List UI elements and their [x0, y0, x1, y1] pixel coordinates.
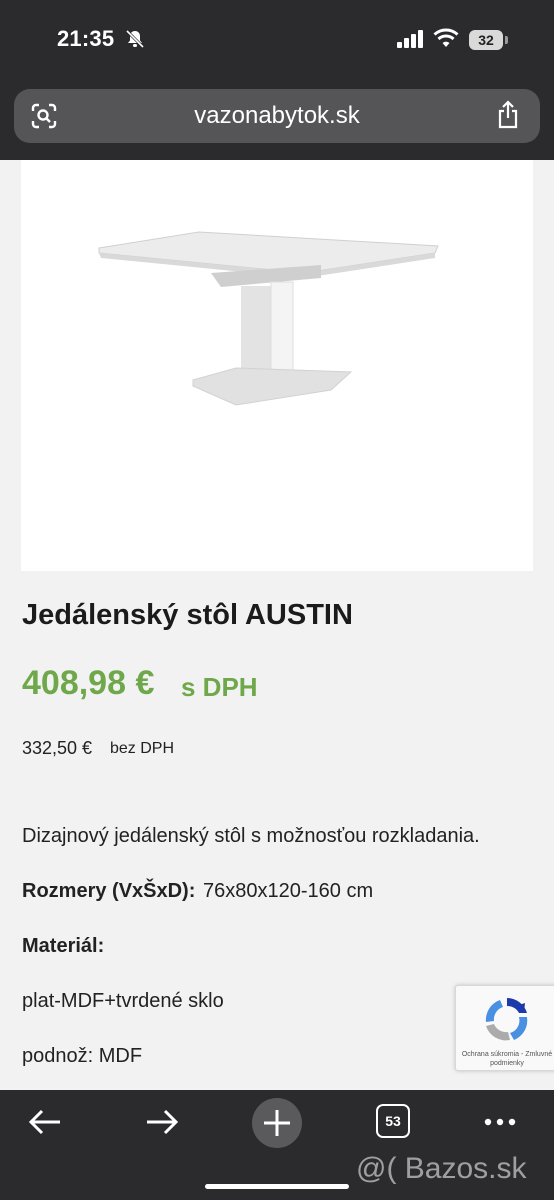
home-indicator: [205, 1184, 349, 1189]
wifi-icon: [433, 28, 459, 47]
no-vat-label: bez DPH: [110, 740, 175, 757]
vat-label: s DPH: [181, 672, 258, 702]
dining-table-image: [98, 231, 439, 406]
share-icon[interactable]: [496, 100, 520, 130]
forward-arrow-icon[interactable]: [135, 1102, 185, 1152]
dimensions-label: Rozmery (VxŠxD):: [22, 880, 196, 902]
back-arrow-icon[interactable]: [22, 1102, 72, 1152]
address-bar[interactable]: vazonabytok.sk: [14, 89, 540, 143]
recaptcha-badge[interactable]: Ochrana súkromia - Zmluvné podmienky: [455, 985, 554, 1071]
recaptcha-icon: [485, 998, 528, 1041]
watermark: @( Bazos.sk: [356, 1152, 527, 1185]
recaptcha-text[interactable]: Ochrana súkromia - Zmluvné podmienky: [458, 1050, 554, 1068]
url-text[interactable]: vazonabytok.sk: [14, 102, 540, 130]
battery-cap: [505, 36, 508, 44]
product-title: Jedálenský stôl AUSTIN: [22, 599, 353, 631]
product-image[interactable]: [21, 160, 533, 571]
signal-icon: [397, 30, 423, 48]
new-tab-button[interactable]: [252, 1098, 302, 1148]
material-base: podnož: MDF: [22, 1045, 143, 1067]
material-label: Materiál:: [22, 935, 105, 957]
plus-icon: [264, 1110, 290, 1136]
tabs-button[interactable]: 53: [376, 1104, 410, 1138]
more-icon[interactable]: [475, 1102, 525, 1152]
dimensions-value: 76x80x120-160 cm: [203, 880, 374, 902]
bell-slash-icon: [125, 29, 145, 49]
price-with-vat: 408,98 €: [22, 664, 155, 702]
status-time: 21:35: [57, 26, 115, 51]
battery-icon: 32: [469, 30, 503, 50]
product-description: Dizajnový jedálenský stôl s možnosťou ro…: [22, 825, 480, 847]
material-top: plat-MDF+tvrdené sklo: [22, 990, 224, 1012]
browser-top-chrome: 21:35 32 vazonabytok.sk: [0, 0, 554, 160]
price-without-vat: 332,50 €: [22, 738, 93, 758]
